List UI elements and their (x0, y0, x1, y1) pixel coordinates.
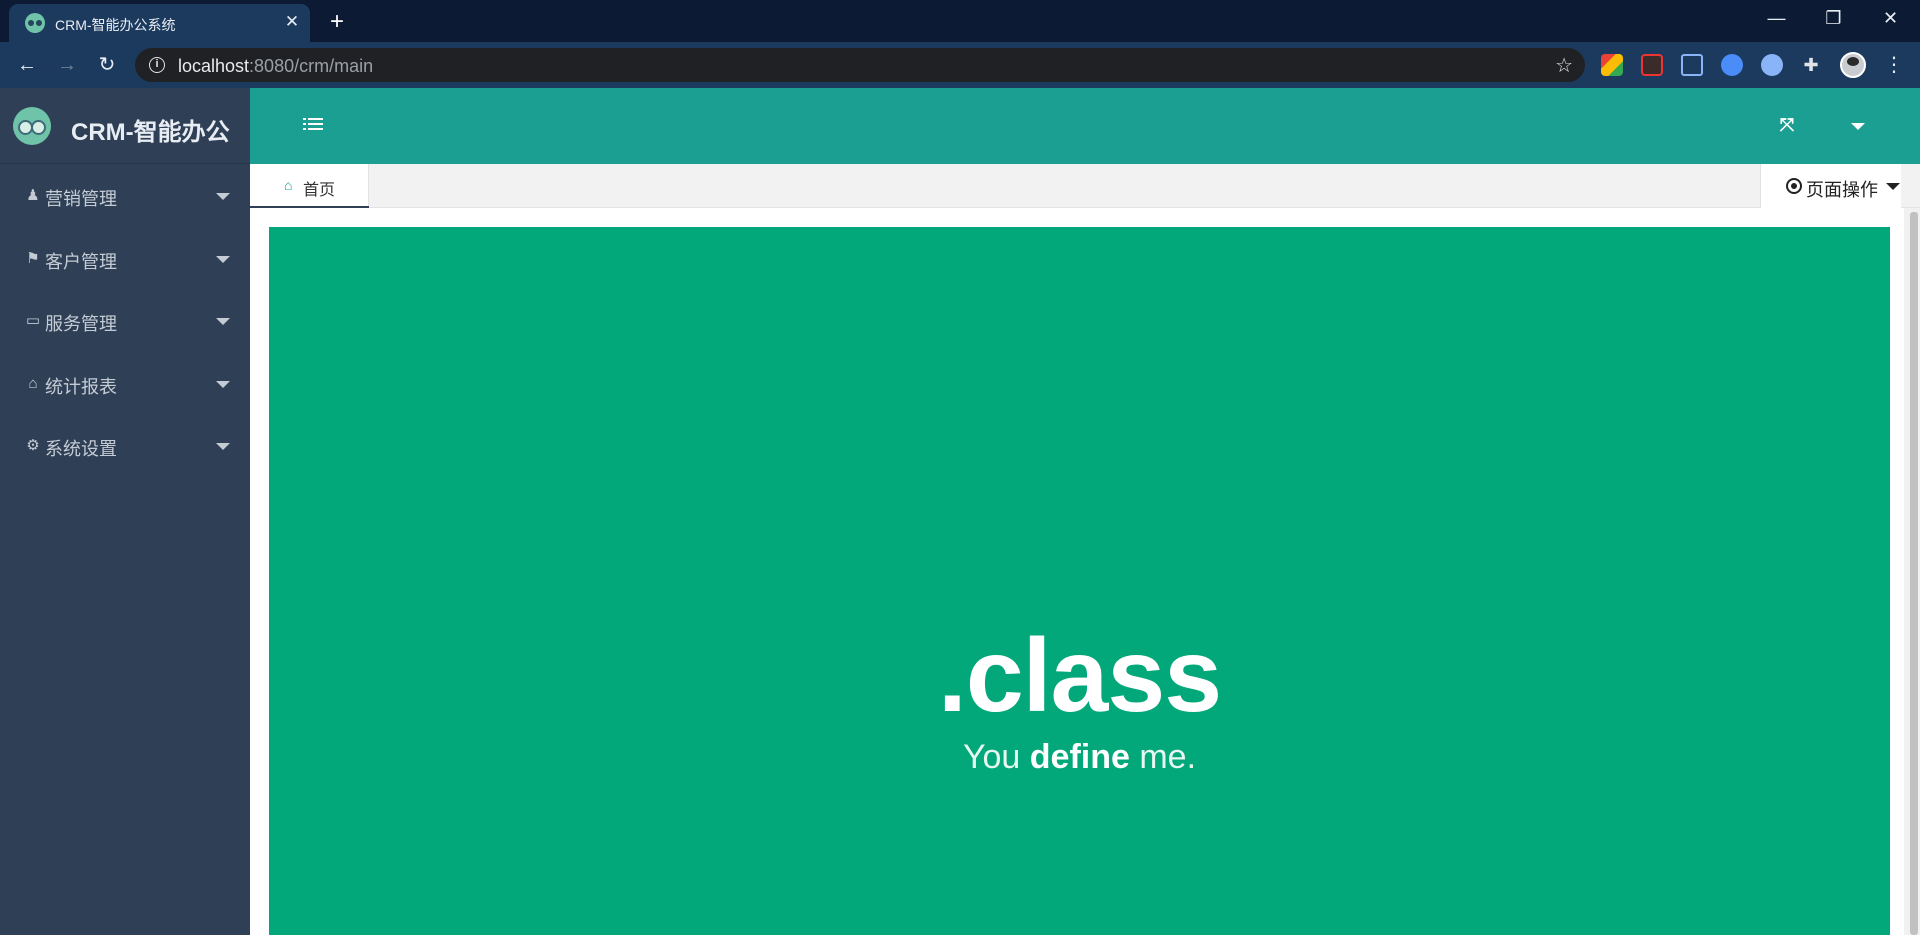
monitor-icon: ▭ (25, 312, 41, 329)
main-content: .class You define me. (250, 208, 1904, 935)
browser-tab[interactable]: CRM-智能办公系统 ✕ (9, 4, 310, 42)
sidebar-item-settings[interactable]: ⚙ 系统设置 (0, 415, 250, 478)
extensions-puzzle-icon[interactable]: ✚ (1800, 54, 1822, 76)
sidebar-item-marketing[interactable]: ♟ 营销管理 (0, 165, 250, 228)
extension-circle-icon[interactable] (1761, 54, 1783, 76)
tab-home-label: 首页 (303, 182, 336, 199)
page-scrollbar[interactable] (1904, 208, 1920, 935)
browser-toolbar: ← → ↻ i localhost:8080/crm/main ☆ ✚ ⋮ (0, 42, 1920, 88)
sidebar: CRM-智能办公 ♟ 营销管理 ⚑ 客户管理 ▭ 服务管理 ⌂ 统计报表 ⚙ 系… (0, 88, 250, 935)
close-tab-icon[interactable]: ✕ (280, 10, 304, 34)
browser-tab-title: CRM-智能办公系统 (55, 17, 176, 33)
flag-icon: ⚑ (26, 249, 40, 267)
site-info-icon[interactable]: i (149, 57, 165, 73)
caret-down-icon (216, 193, 230, 200)
home-icon: ⌂ (28, 374, 38, 392)
caret-down-icon (216, 255, 230, 263)
divider (0, 163, 250, 164)
welcome-banner: .class You define me. (269, 227, 1890, 935)
browser-tabstrip: CRM-智能办公系统 ✕ + — ❐ ✕ (0, 0, 1920, 42)
top-header: ⤧ (250, 88, 1920, 164)
banner-title: .class (937, 618, 1222, 734)
page-tabbar: ⌂ 首页 页面操作 (250, 164, 1920, 209)
home-icon: ⌂ (284, 177, 293, 193)
page-operations-label: 页面操作 (1806, 180, 1878, 200)
new-tab-icon[interactable]: + (323, 8, 351, 36)
sidebar-item-customers[interactable]: ⚑ 客户管理 (0, 228, 250, 291)
sidebar-item-label: 客户管理 (45, 251, 117, 272)
reload-icon[interactable]: ↻ (93, 51, 121, 79)
sidebar-item-label: 系统设置 (45, 439, 117, 459)
restore-icon[interactable]: ❐ (1805, 0, 1862, 36)
scrollbar-thumb[interactable] (1910, 212, 1918, 935)
dot-circle-icon (1786, 178, 1802, 194)
sidebar-item-label: 统计报表 (45, 376, 117, 397)
gears-icon: ⚙ (26, 437, 40, 454)
page-operations-button[interactable]: 页面操作 (1760, 164, 1901, 208)
sidebar-item-reports[interactable]: ⌂ 统计报表 (0, 353, 250, 416)
bookmark-star-icon[interactable]: ☆ (1555, 53, 1573, 78)
browser-menu-icon[interactable]: ⋮ (1884, 52, 1904, 77)
url-text[interactable]: localhost:8080/crm/main (178, 56, 373, 77)
brand-logo-icon (13, 107, 51, 145)
sidebar-menu: ♟ 营销管理 ⚑ 客户管理 ▭ 服务管理 ⌂ 统计报表 ⚙ 系统设置 (0, 165, 250, 478)
caret-down-icon (216, 318, 230, 325)
banner-subtitle: You define me. (962, 738, 1197, 776)
crm-app: CRM-智能办公 ♟ 营销管理 ⚑ 客户管理 ▭ 服务管理 ⌂ 统计报表 ⚙ 系… (0, 88, 1920, 935)
minimize-icon[interactable]: — (1748, 0, 1805, 36)
sidebar-item-label: 服务管理 (45, 314, 117, 334)
extension-pdf-icon[interactable] (1641, 54, 1663, 76)
caret-down-icon (1886, 183, 1900, 190)
extension-blue-icon[interactable] (1721, 54, 1743, 76)
forward-icon[interactable]: → (53, 51, 81, 79)
caret-down-icon (216, 443, 230, 450)
user-menu-caret-icon[interactable] (1851, 123, 1865, 130)
fullscreen-icon[interactable]: ⤧ (1776, 114, 1798, 136)
sidebar-item-label: 营销管理 (45, 189, 117, 209)
back-icon[interactable]: ← (13, 51, 41, 79)
profile-avatar[interactable] (1840, 52, 1866, 78)
sidebar-item-service[interactable]: ▭ 服务管理 (0, 290, 250, 353)
brand: CRM-智能办公 (0, 88, 250, 164)
person-icon: ♟ (26, 187, 40, 204)
brand-name: CRM-智能办公 (71, 119, 230, 146)
tab-home[interactable]: ⌂ 首页 (250, 164, 369, 209)
app-favicon-icon (25, 13, 45, 33)
caret-down-icon (216, 380, 230, 388)
extension-google-icon[interactable] (1601, 54, 1623, 76)
address-bar[interactable]: i localhost:8080/crm/main ☆ (135, 48, 1585, 82)
extension-drive-icon[interactable] (1681, 54, 1703, 76)
close-window-icon[interactable]: ✕ (1862, 0, 1919, 36)
sidebar-toggle-icon[interactable] (303, 115, 325, 137)
